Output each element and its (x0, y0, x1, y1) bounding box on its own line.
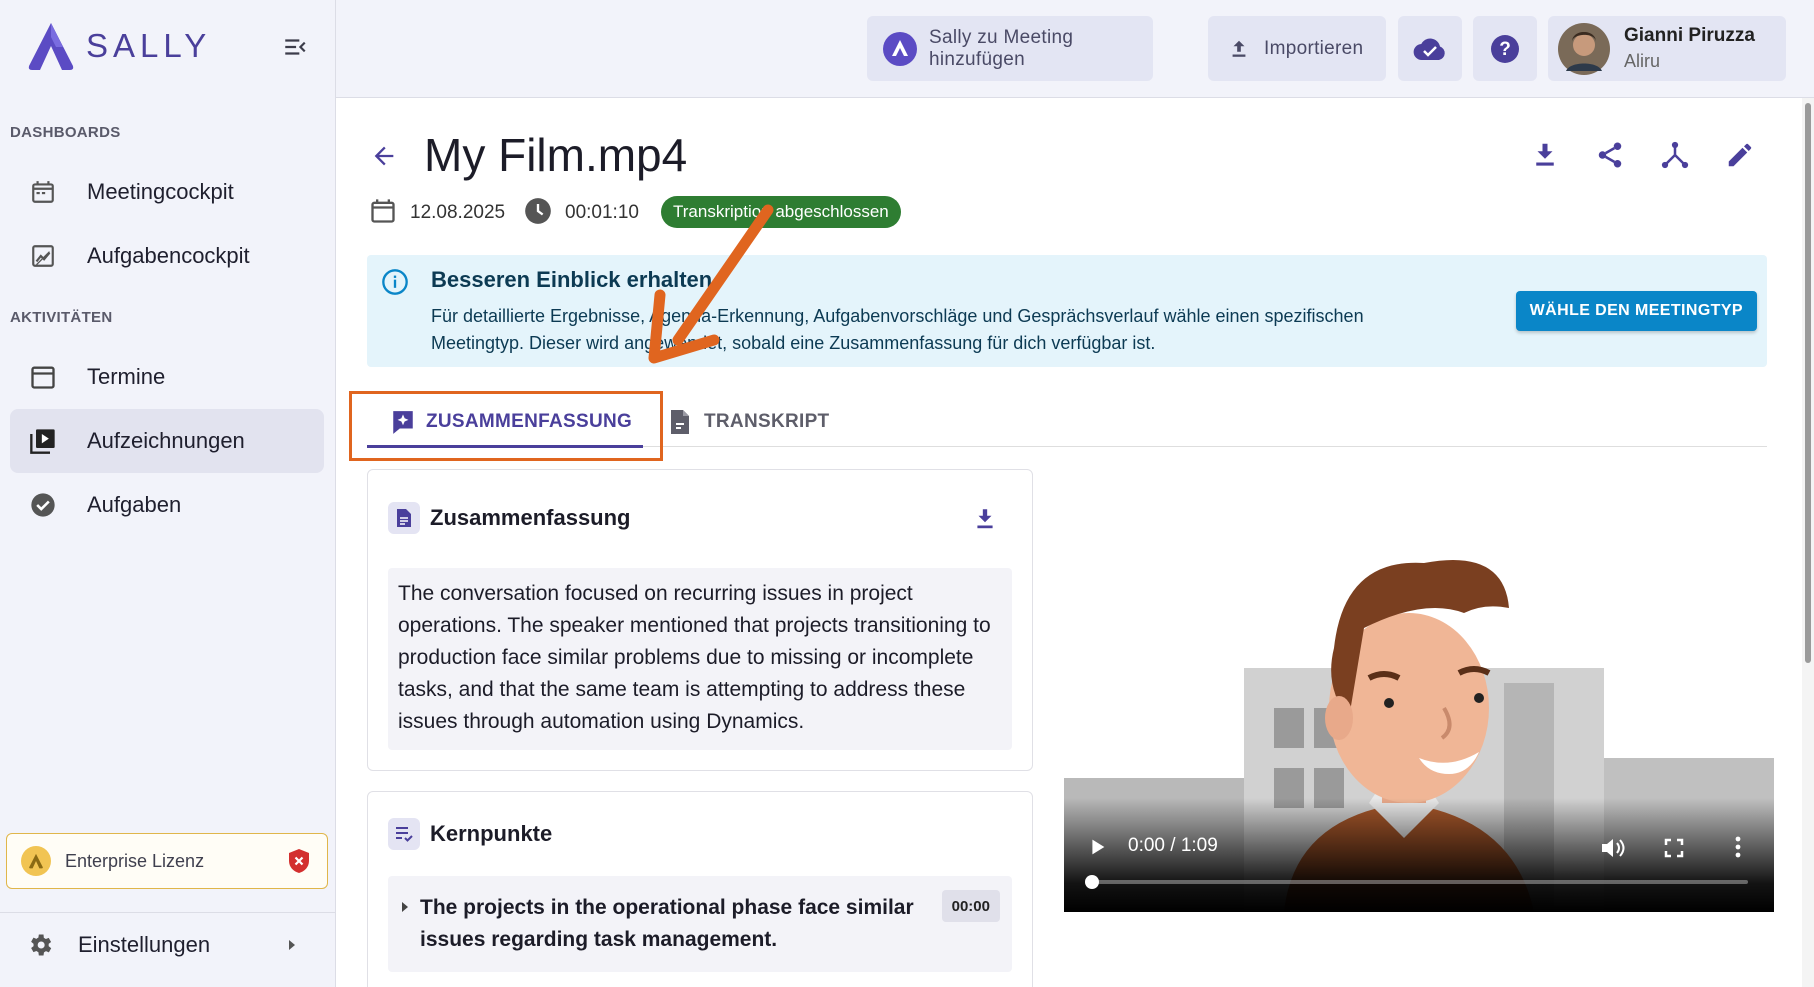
page-scrollbar[interactable] (1802, 98, 1814, 987)
tab-label: TRANSKRIPT (704, 411, 830, 432)
license-coin-icon (21, 846, 51, 876)
expand-arrow-icon[interactable] (400, 900, 410, 914)
help-button[interactable]: ? (1473, 16, 1537, 81)
import-button[interactable]: Importieren (1208, 16, 1386, 81)
keypoints-title: Kernpunkte (430, 821, 553, 846)
scrollbar-thumb[interactable] (1805, 103, 1811, 663)
sidebar-item-label: Aufgaben (87, 492, 182, 517)
video-progress-track[interactable] (1085, 875, 1748, 889)
upload-icon (1228, 38, 1250, 60)
keypoint-item[interactable]: The projects in the operational phase fa… (388, 876, 1012, 972)
shield-error-icon (287, 848, 311, 874)
avatar (1558, 22, 1610, 75)
gear-icon (26, 931, 54, 959)
section-label-dashboards: DASHBOARDS (10, 124, 121, 141)
calendar-icon (28, 362, 58, 392)
choose-meeting-type-button[interactable]: WÄHLE DEN MEETINGTYP (1515, 291, 1757, 331)
summary-header: Zusammenfassung (388, 502, 631, 534)
info-icon (381, 268, 409, 296)
sidebar-item-settings[interactable]: Einstellungen (0, 912, 336, 976)
user-name: Gianni Piruzza (1624, 25, 1755, 46)
recording-date: 12.08.2025 (410, 202, 506, 223)
annotation-highlight-box (349, 391, 663, 461)
help-icon: ? (1490, 34, 1520, 64)
keypoints-card: Kernpunkte The projects in the operation… (367, 791, 1033, 987)
clock-icon (524, 197, 552, 225)
summary-text: The conversation focused on recurring is… (388, 568, 1012, 750)
keypoint-text: The projects in the operational phase fa… (420, 896, 914, 951)
document-icon (668, 409, 692, 435)
video-player[interactable]: 0:00 / 1:09 (1064, 518, 1774, 912)
cloud-done-icon (1413, 36, 1447, 62)
fullscreen-icon[interactable] (1664, 838, 1684, 858)
cloud-sync-button[interactable] (1398, 16, 1462, 81)
collapse-sidebar-icon[interactable] (282, 34, 312, 64)
more-vert-icon[interactable] (1734, 836, 1742, 858)
video-time: 0:00 / 1:09 (1128, 835, 1218, 856)
play-icon[interactable] (1086, 836, 1108, 858)
sally-logo-icon (28, 23, 74, 70)
sidebar-item-label: Aufzeichnungen (87, 428, 245, 453)
page-title: My Film.mp4 (424, 129, 688, 181)
sidebar-item-aufgaben[interactable]: Aufgaben (10, 473, 324, 537)
share-icon[interactable] (1595, 140, 1625, 170)
sally-logo-icon (883, 31, 917, 66)
sidebar: SALLY DASHBOARDS Meetingcockpit Aufgaben… (0, 0, 336, 987)
volume-icon[interactable] (1600, 836, 1626, 860)
logo-text: SALLY (86, 27, 212, 64)
info-text: Für detaillierte Ergebnisse, Agenda-Erke… (431, 306, 1364, 353)
info-banner: Besseren Einblick erhalten Für detaillie… (367, 255, 1767, 367)
summary-card: Zusammenfassung The conversation focused… (367, 469, 1033, 771)
sidebar-item-aufgabencockpit[interactable]: Aufgabencockpit (10, 224, 324, 288)
recording-duration: 00:01:10 (565, 202, 639, 223)
download-summary-icon[interactable] (972, 506, 998, 532)
sidebar-item-aufzeichnungen[interactable]: Aufzeichnungen (10, 409, 324, 473)
svg-text:?: ? (1499, 39, 1511, 60)
import-label: Importieren (1264, 37, 1364, 59)
summary-title: Zusammenfassung (430, 505, 631, 530)
calendar-icon (369, 197, 397, 225)
video-progress-knob[interactable] (1085, 875, 1099, 889)
back-arrow-icon[interactable] (370, 142, 398, 170)
chevron-right-icon (286, 938, 298, 952)
sidebar-item-termine[interactable]: Termine (10, 345, 324, 409)
edit-icon[interactable] (1725, 140, 1755, 170)
chart-icon (28, 241, 58, 271)
top-bar: Sally zu Meeting hinzufügen Importieren … (336, 0, 1814, 98)
user-menu[interactable]: Gianni Piruzza Aliru (1548, 16, 1786, 81)
add-to-meeting-button[interactable]: Sally zu Meeting hinzufügen (867, 16, 1153, 81)
check-circle-icon (28, 490, 58, 520)
user-org: Aliru (1624, 51, 1661, 71)
annotation-arrow-icon (648, 204, 774, 364)
calendar-icon (28, 177, 58, 207)
license-label: Enterprise Lizenz (65, 850, 205, 871)
keypoints-header: Kernpunkte (388, 818, 552, 850)
keypoint-timestamp[interactable]: 00:00 (941, 890, 1000, 922)
sidebar-item-label: Aufgabencockpit (87, 243, 250, 268)
tab-transkript[interactable]: TRANSKRIPT (668, 398, 829, 446)
settings-label: Einstellungen (78, 931, 211, 957)
list-check-icon (388, 818, 420, 850)
add-to-meeting-label: Sally zu Meeting hinzufügen (929, 26, 1074, 70)
video-library-icon (28, 426, 58, 456)
document-icon (388, 502, 420, 534)
download-icon[interactable] (1530, 140, 1560, 170)
sidebar-item-meetingcockpit[interactable]: Meetingcockpit (10, 160, 324, 224)
sidebar-item-label: Termine (87, 364, 166, 389)
sally-logo[interactable]: SALLY (26, 20, 211, 72)
section-label-aktivitaeten: AKTIVITÄTEN (10, 309, 113, 326)
license-badge[interactable]: Enterprise Lizenz (6, 833, 328, 889)
sidebar-item-label: Meetingcockpit (87, 179, 234, 204)
merge-icon[interactable] (1660, 140, 1690, 170)
